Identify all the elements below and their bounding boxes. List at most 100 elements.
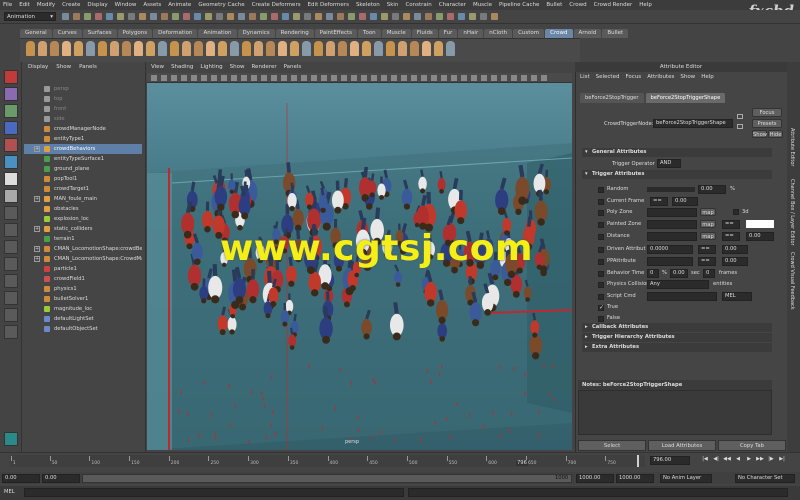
shelf-tab-painteffects[interactable]: PaintEffects bbox=[314, 29, 358, 38]
playback-end-field[interactable]: 1000.00 bbox=[576, 474, 614, 483]
expand-icon[interactable]: + bbox=[34, 256, 40, 262]
crowd-shelf-icon[interactable] bbox=[110, 41, 119, 56]
viewport-tool-icon[interactable] bbox=[191, 75, 197, 81]
crowd-shelf-icon[interactable] bbox=[38, 41, 47, 56]
viewport-tool-icon[interactable] bbox=[431, 75, 437, 81]
status-tool-icon[interactable] bbox=[326, 13, 333, 20]
crowd-shelf-icon[interactable] bbox=[86, 41, 95, 56]
viewport-tool-icon[interactable] bbox=[461, 75, 467, 81]
shelf-tab-surfaces[interactable]: Surfaces bbox=[82, 29, 117, 38]
crowd-shelf-icon[interactable] bbox=[182, 41, 191, 56]
viewport-tool-icon[interactable] bbox=[391, 75, 397, 81]
playback-control-icon[interactable]: ▶▶ bbox=[755, 456, 765, 465]
behavior-time-percent-value[interactable]: 0 bbox=[647, 269, 659, 278]
true-checkbox[interactable] bbox=[598, 304, 604, 311]
status-tool-icon[interactable] bbox=[227, 13, 234, 20]
status-tool-icon[interactable] bbox=[381, 13, 388, 20]
node-arrow-icon[interactable] bbox=[737, 114, 743, 119]
crowd-shelf-icon[interactable] bbox=[98, 41, 107, 56]
outliner-item[interactable]: defaultObjectSet bbox=[24, 324, 142, 334]
crowd-shelf-icon[interactable] bbox=[134, 41, 143, 56]
outliner-item[interactable]: popTool1 bbox=[24, 174, 142, 184]
crowd-shelf-icon[interactable] bbox=[446, 41, 455, 56]
command-input[interactable] bbox=[24, 488, 404, 497]
side-tab-channel-box-layer-editor[interactable]: Channel Box / Layer Editor bbox=[789, 179, 795, 246]
ae-menu-attributes[interactable]: Attributes bbox=[647, 74, 674, 80]
outliner-item[interactable]: side bbox=[24, 114, 142, 124]
painted-zone-checkbox[interactable] bbox=[598, 222, 604, 228]
outliner-item[interactable]: terrain1 bbox=[24, 234, 142, 244]
expand-icon[interactable]: + bbox=[34, 196, 40, 202]
poly-zone-map-button[interactable]: map bbox=[700, 208, 716, 216]
status-tool-icon[interactable] bbox=[150, 13, 157, 20]
crowd-shelf-icon[interactable] bbox=[26, 41, 35, 56]
crowd-shelf-icon[interactable] bbox=[146, 41, 155, 56]
crowd-shelf-icon[interactable] bbox=[302, 41, 311, 56]
outliner-item[interactable]: defaultLightSet bbox=[24, 314, 142, 324]
playback-control-icon[interactable]: ◀◀ bbox=[722, 456, 732, 465]
poly-zone-field[interactable] bbox=[647, 208, 697, 217]
tool-icon[interactable] bbox=[4, 223, 18, 237]
status-tool-icon[interactable] bbox=[425, 13, 432, 20]
playback-control-icon[interactable]: |▶ bbox=[766, 456, 776, 465]
crowd-shelf-icon[interactable] bbox=[338, 41, 347, 56]
menu-bullet[interactable]: Bullet bbox=[546, 2, 562, 8]
viewport-tool-icon[interactable] bbox=[501, 75, 507, 81]
shelf-tab-muscle[interactable]: Muscle bbox=[381, 29, 411, 38]
viewport-tool-icon[interactable] bbox=[241, 75, 247, 81]
status-tool-icon[interactable] bbox=[249, 13, 256, 20]
status-tool-icon[interactable] bbox=[304, 13, 311, 20]
status-tool-icon[interactable] bbox=[139, 13, 146, 20]
presets-button[interactable]: Presets bbox=[752, 119, 782, 128]
shelf-tab-animation[interactable]: Animation bbox=[198, 29, 237, 38]
outliner-item[interactable]: ground_plane bbox=[24, 164, 142, 174]
crowd-shelf-icon[interactable] bbox=[122, 41, 131, 56]
crowd-shelf-icon[interactable] bbox=[374, 41, 383, 56]
shelf-tab-fur[interactable]: Fur bbox=[438, 29, 458, 38]
outliner-item[interactable]: + static_colliders bbox=[24, 224, 142, 234]
outliner-item[interactable]: obstacles bbox=[24, 204, 142, 214]
outliner-item[interactable]: + crowdBehaviors bbox=[24, 144, 142, 154]
status-tool-icon[interactable] bbox=[337, 13, 344, 20]
menu-assets[interactable]: Assets bbox=[143, 2, 161, 8]
ae-tab-beforce2stoptrigger[interactable]: beForce2StopTrigger bbox=[580, 93, 644, 103]
painted-zone-color-swatch[interactable] bbox=[746, 220, 774, 228]
crowd-shelf-icon[interactable] bbox=[398, 41, 407, 56]
menu-crowd-render[interactable]: Crowd Render bbox=[594, 2, 633, 8]
menu-crowd[interactable]: Crowd bbox=[569, 2, 586, 8]
status-tool-icon[interactable] bbox=[392, 13, 399, 20]
tool-icon[interactable] bbox=[4, 104, 18, 118]
poly-zone-checkbox[interactable] bbox=[598, 210, 604, 216]
outliner-item[interactable]: top bbox=[24, 94, 142, 104]
trigger-operator-select[interactable]: AND bbox=[657, 159, 681, 168]
crowd-shelf-icon[interactable] bbox=[218, 41, 227, 56]
menu-muscle[interactable]: Muscle bbox=[473, 2, 492, 8]
status-tool-icon[interactable] bbox=[403, 13, 410, 20]
distance-checkbox[interactable] bbox=[598, 234, 604, 240]
status-tool-icon[interactable] bbox=[128, 13, 135, 20]
viewport-tool-icon[interactable] bbox=[311, 75, 317, 81]
viewport-tool-icon[interactable] bbox=[171, 75, 177, 81]
viewport-tool-icon[interactable] bbox=[411, 75, 417, 81]
tool-icon[interactable] bbox=[4, 240, 18, 254]
crowd-shelf-icon[interactable] bbox=[50, 41, 59, 56]
outliner-item[interactable]: particle1 bbox=[24, 264, 142, 274]
driven-attribut-checkbox[interactable] bbox=[598, 247, 604, 253]
crowd-shelf-icon[interactable] bbox=[254, 41, 263, 56]
shelf-tab-custom[interactable]: Custom bbox=[513, 29, 545, 38]
mode-selector[interactable]: Animation bbox=[4, 12, 56, 21]
poly-zone-3d-checkbox[interactable] bbox=[733, 209, 739, 215]
crowd-shelf-icon[interactable] bbox=[434, 41, 443, 56]
crowd-shelf-icon[interactable] bbox=[206, 41, 215, 56]
viewport-tool-icon[interactable] bbox=[291, 75, 297, 81]
ppattribute-operator[interactable]: == bbox=[698, 257, 716, 266]
driven-attribut-operator[interactable]: == bbox=[698, 245, 716, 254]
playback-control-icon[interactable]: ◀| bbox=[711, 456, 721, 465]
tool-icon[interactable] bbox=[4, 189, 18, 203]
current-time-marker[interactable] bbox=[637, 455, 639, 467]
menu-file[interactable]: File bbox=[3, 2, 12, 8]
expand-icon[interactable]: + bbox=[34, 226, 40, 232]
random-value[interactable]: 0.00 bbox=[698, 185, 726, 194]
physics-collision-checkbox[interactable] bbox=[598, 282, 604, 288]
status-tool-icon[interactable] bbox=[480, 13, 487, 20]
